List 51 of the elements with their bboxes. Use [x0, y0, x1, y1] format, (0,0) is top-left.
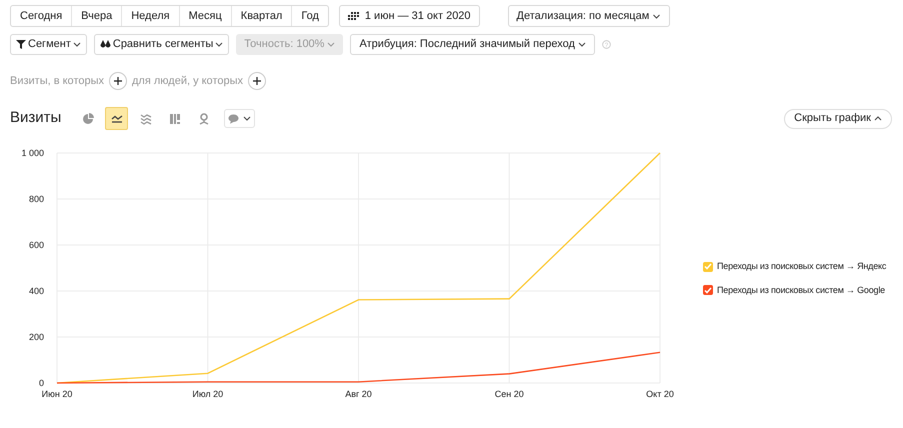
segment-dropdown[interactable]: Сегмент: [10, 34, 87, 55]
stacked-area-icon: [140, 112, 152, 124]
x-axis-label: Сен 20: [494, 389, 524, 399]
hide-chart-button[interactable]: Скрыть график: [784, 108, 892, 128]
x-axis-label: Июл 20: [192, 389, 224, 399]
legend-label[interactable]: Переходы из поисковых систем → Google: [717, 284, 885, 297]
y-axis-label: 800: [28, 194, 44, 204]
x-axis-label: Окт 20: [646, 389, 674, 399]
date-range-button[interactable]: 1 июн — 31 окт 2020: [338, 5, 480, 27]
add-filter-button[interactable]: [248, 72, 266, 90]
drops-icon: [100, 40, 111, 49]
chevron-down-icon: [243, 116, 252, 121]
chevron-down-icon: [327, 42, 336, 47]
chart-type-tab[interactable]: [105, 107, 128, 130]
legend-checkbox[interactable]: [703, 285, 713, 296]
plus-icon: [114, 77, 122, 85]
period-button[interactable]: Вчера: [71, 6, 122, 26]
attribution-dropdown[interactable]: Атрибуция: Последний значимый переход: [350, 34, 595, 55]
calendar-icon: [348, 12, 359, 20]
chevron-down-icon: [215, 42, 224, 47]
filter-label: для людей, у которых: [132, 74, 243, 89]
pie-chart-icon: [82, 112, 94, 124]
y-axis-label: 600: [28, 240, 44, 250]
detail-dropdown[interactable]: Детализация: по месяцам: [508, 5, 670, 27]
x-axis-label: Авг 20: [345, 389, 372, 399]
filter-icon: [16, 40, 26, 49]
report-title: Визиты: [10, 108, 62, 128]
period-button[interactable]: Сегодня: [11, 6, 72, 26]
y-axis-label: 1 000: [21, 148, 44, 158]
y-axis-label: 200: [28, 332, 44, 342]
x-axis-label: Июн 20: [42, 389, 72, 399]
y-axis-label: 0: [38, 378, 44, 388]
y-axis-label: 400: [28, 286, 44, 296]
annotations-dropdown[interactable]: [224, 109, 256, 128]
chevron-down-icon: [652, 14, 662, 18]
period-button[interactable]: Месяц: [178, 6, 231, 26]
chevron-down-icon: [72, 42, 81, 47]
plus-icon: [253, 77, 261, 85]
add-filter-button[interactable]: [109, 72, 127, 90]
period-button[interactable]: Год: [291, 6, 328, 26]
period-button[interactable]: Неделя: [121, 6, 179, 26]
speech-bubble-icon: [228, 114, 240, 124]
legend-label[interactable]: Переходы из поисковых систем → Яндекс: [717, 260, 886, 274]
compare-segments-dropdown[interactable]: Сравнить сегменты: [94, 34, 230, 55]
chevron-up-icon: [874, 116, 882, 121]
period-button[interactable]: Квартал: [230, 6, 292, 26]
legend-checkbox[interactable]: [703, 262, 713, 272]
line-chart-icon: [110, 112, 123, 124]
chevron-down-icon: [578, 42, 586, 47]
bar-chart-icon: [168, 112, 181, 124]
filter-label: Визиты, в которых: [10, 74, 104, 89]
